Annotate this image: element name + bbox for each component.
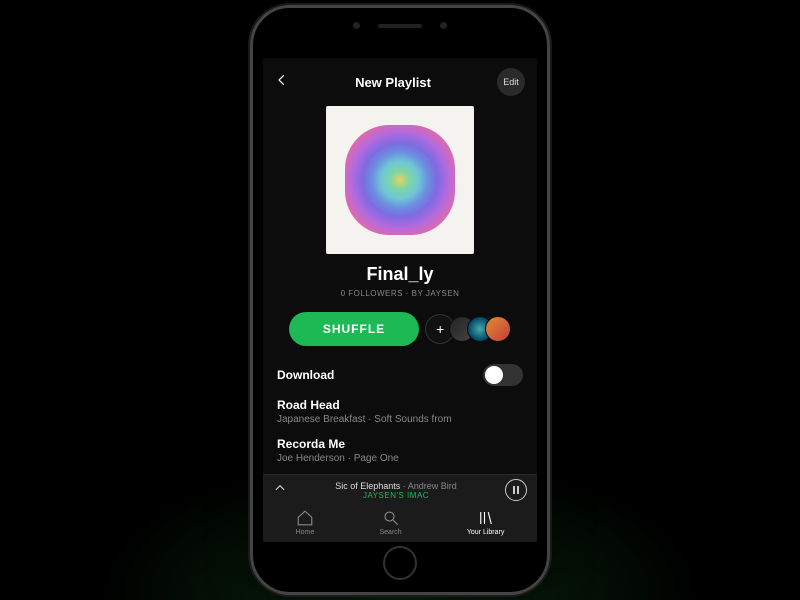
shuffle-button[interactable]: SHUFFLE	[289, 312, 419, 346]
chevron-up-icon[interactable]	[273, 481, 287, 500]
phone-home-button[interactable]	[383, 546, 417, 580]
track-name: Road Head	[277, 398, 523, 412]
track-meta: Japanese Breakfast · Soft Sounds from	[277, 414, 523, 425]
tab-bar: Home Search Your Library	[263, 505, 537, 542]
action-row: SHUFFLE +	[277, 312, 523, 346]
phone-frame: New Playlist Edit Final_ly 0 FOLLOWERS ·…	[250, 5, 550, 595]
playlist-cover[interactable]	[326, 106, 474, 254]
download-label: Download	[277, 368, 334, 382]
track-row[interactable]: Recorda Me Joe Henderson · Page One	[277, 437, 523, 464]
content: Final_ly 0 FOLLOWERS · BY JAYSEN SHUFFLE…	[263, 102, 537, 474]
app-screen: New Playlist Edit Final_ly 0 FOLLOWERS ·…	[263, 58, 537, 542]
edit-button[interactable]: Edit	[497, 68, 525, 96]
track-meta: Joe Henderson · Page One	[277, 453, 523, 464]
now-playing-text: Sic of Elephants · Andrew Bird JAYSEN'S …	[295, 481, 497, 500]
header-title: New Playlist	[355, 75, 431, 90]
avatar	[485, 316, 511, 342]
now-playing-title: Sic of Elephants	[335, 481, 400, 491]
track-name: Recorda Me	[277, 437, 523, 451]
tab-search[interactable]: Search	[379, 509, 401, 536]
now-playing-artist: Andrew Bird	[408, 481, 457, 491]
tab-label: Search	[379, 529, 401, 536]
download-toggle[interactable]	[483, 364, 523, 386]
now-playing-bar[interactable]: Sic of Elephants · Andrew Bird JAYSEN'S …	[263, 474, 537, 505]
track-row[interactable]: Road Head Japanese Breakfast · Soft Soun…	[277, 398, 523, 425]
pause-icon	[513, 486, 519, 494]
playlist-byline: 0 FOLLOWERS · BY JAYSEN	[341, 289, 460, 298]
playlist-name: Final_ly	[366, 264, 433, 285]
pause-button[interactable]	[505, 479, 527, 501]
tab-label: Your Library	[467, 529, 505, 536]
now-playing-device: JAYSEN'S IMAC	[295, 491, 497, 500]
back-button[interactable]	[275, 73, 289, 92]
tab-library[interactable]: Your Library	[467, 509, 505, 536]
phone-notch	[353, 22, 447, 29]
tab-home[interactable]: Home	[296, 509, 315, 536]
plus-icon: +	[436, 321, 444, 337]
contributor-avatars[interactable]	[457, 316, 511, 342]
download-row: Download	[277, 364, 523, 386]
tab-label: Home	[296, 529, 315, 536]
header: New Playlist Edit	[263, 58, 537, 102]
